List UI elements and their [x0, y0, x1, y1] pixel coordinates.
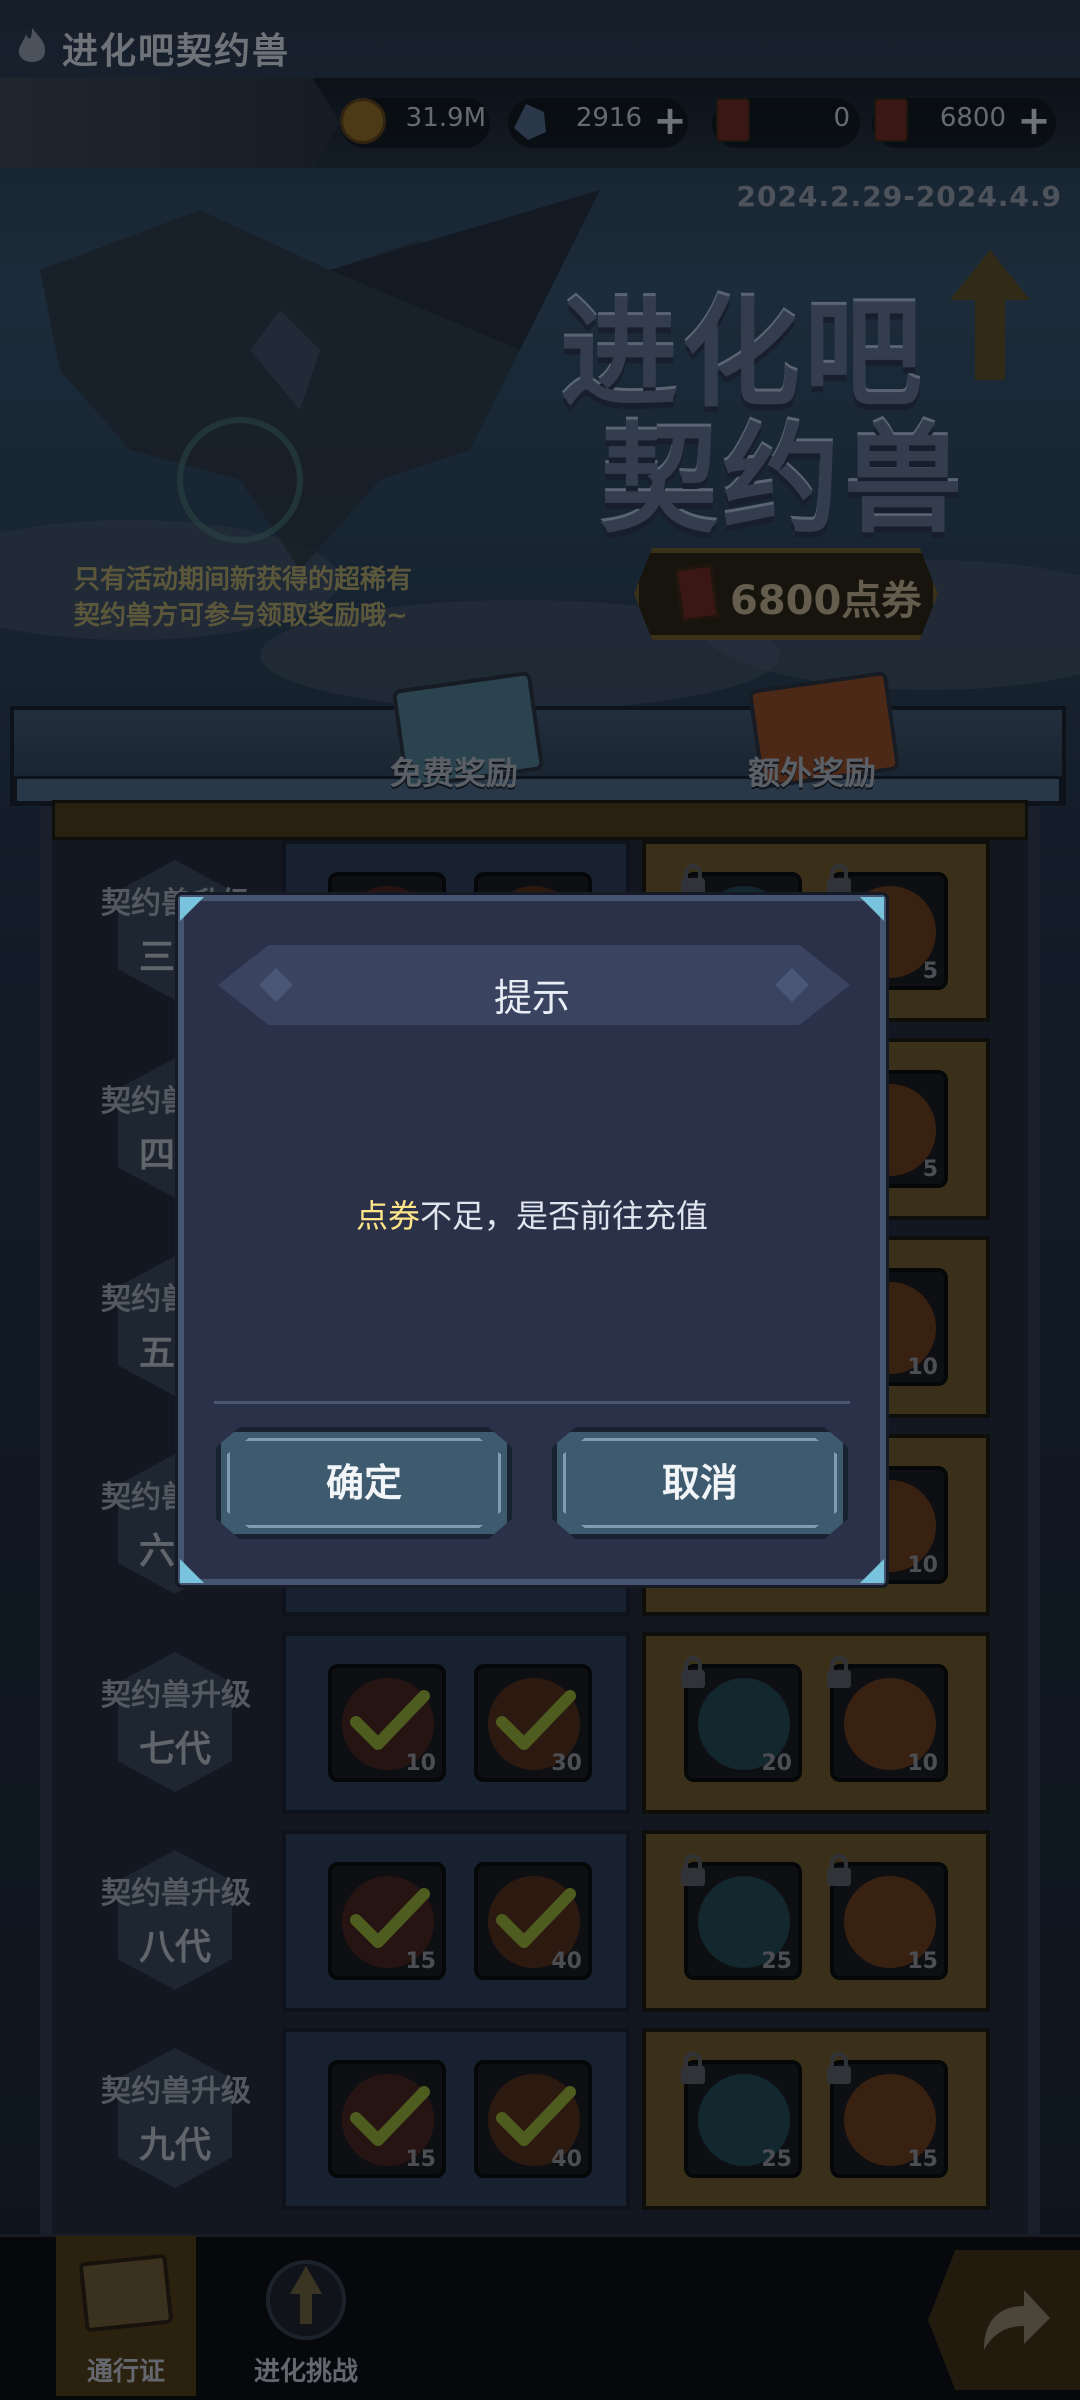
- confirm-button[interactable]: 确定: [216, 1427, 512, 1539]
- cancel-button-label: 取消: [661, 1461, 738, 1505]
- dialog-corner: [860, 897, 884, 921]
- dialog-message-text: 不足，是否前往充值: [420, 1197, 709, 1235]
- dialog-message-highlight: 点券: [355, 1197, 420, 1235]
- dialog-divider: [214, 1401, 850, 1404]
- confirm-button-label: 确定: [325, 1461, 402, 1505]
- dialog-message: 点券不足，是否前往充值: [184, 1191, 880, 1237]
- dialog-corner: [860, 1559, 884, 1583]
- insufficient-points-dialog: 提示 点券不足，是否前往充值 确定 取消: [175, 892, 889, 1588]
- dialog-title: 提示: [493, 976, 570, 1020]
- cancel-button[interactable]: 取消: [552, 1427, 848, 1539]
- dialog-corner: [180, 897, 204, 921]
- dialog-corner: [180, 1559, 204, 1583]
